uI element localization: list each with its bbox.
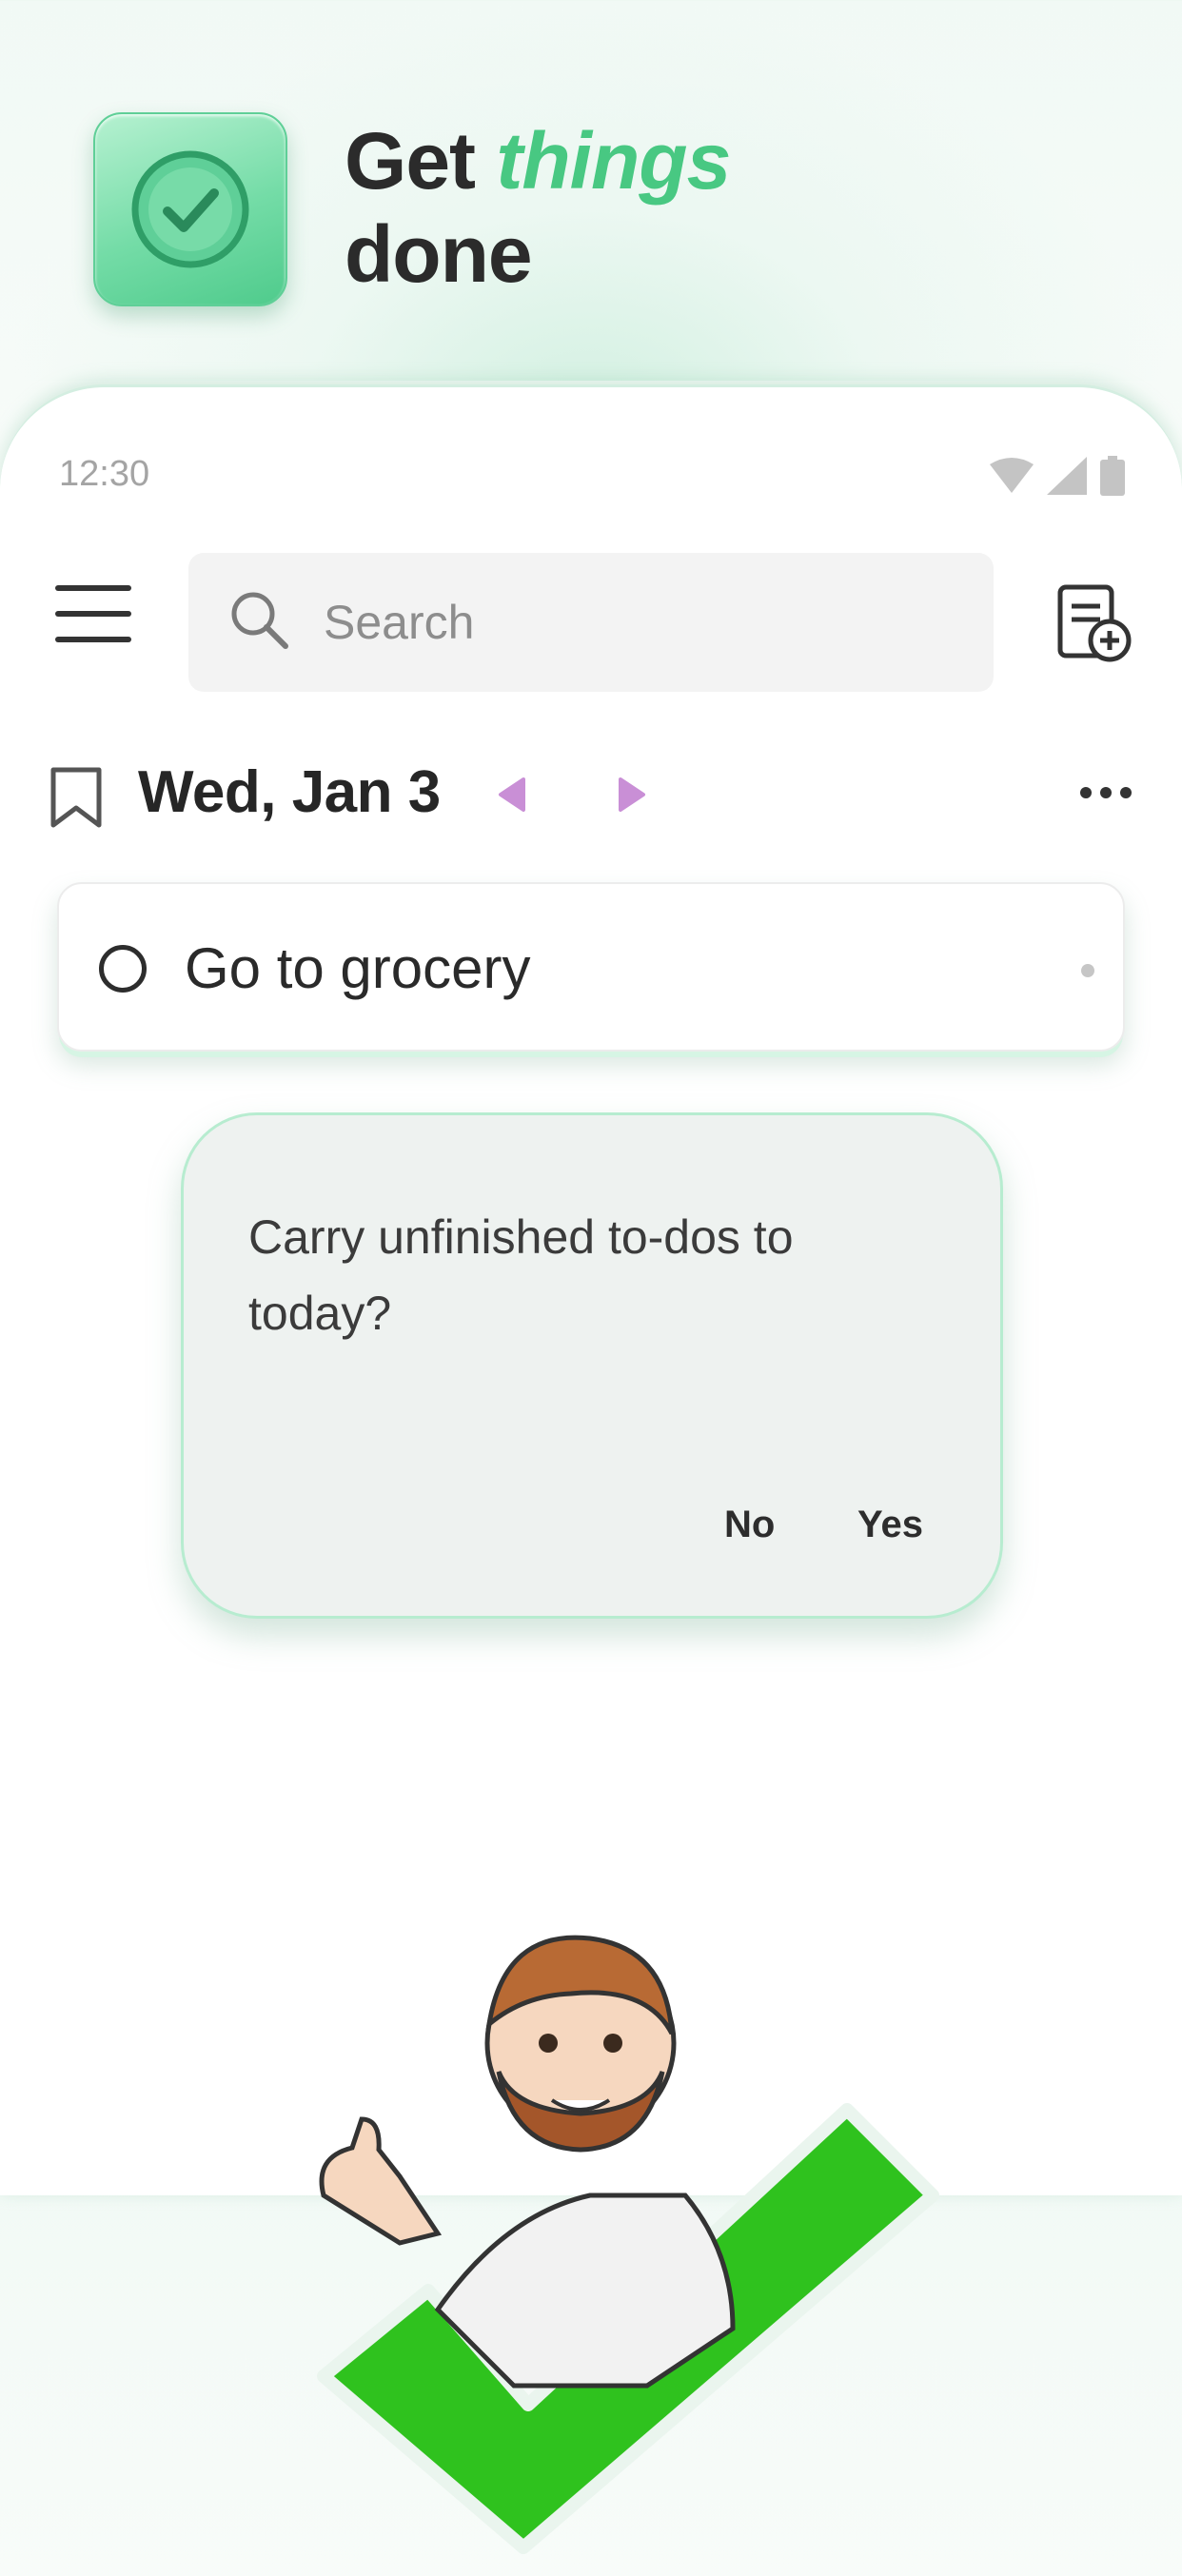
checkmark-illustration [317,1935,939,2554]
headline-suffix: done [345,209,533,299]
dialog-yes-button[interactable]: Yes [857,1504,923,1546]
menu-icon [55,585,131,591]
todo-checkbox[interactable] [99,945,147,993]
wifi-icon [990,458,1034,493]
search-input[interactable] [324,589,952,656]
status-icons [990,456,1125,496]
menu-button[interactable] [55,585,133,646]
carry-over-dialog: Carry unfinished to-dos to today? No Yes [181,1112,1003,1619]
date-title: Wed, Jan 3 [138,759,441,825]
new-note-button[interactable] [1056,583,1133,663]
note-add-icon [1057,584,1132,662]
signal-icon [1047,457,1087,495]
battery-icon [1100,456,1125,496]
todo-item[interactable]: Go to grocery [57,882,1125,1052]
app-logo [93,112,287,306]
status-time: 12:30 [59,454,150,494]
promo-headline: Get things done [345,114,731,301]
next-day-icon[interactable] [617,776,647,814]
phone-screen: 12:30 Wed, Jan 3 [0,384,1182,2554]
dialog-message: Carry unfinished to-dos to today? [248,1210,794,1340]
bookmark-icon[interactable] [49,766,103,829]
headline-prefix: Get [345,116,476,206]
prev-day-icon[interactable] [497,776,527,814]
search-bar[interactable] [188,553,994,692]
todo-text: Go to grocery [185,936,531,1000]
dialog-no-button[interactable]: No [724,1504,775,1546]
avatar-icon [319,1935,736,2389]
headline-accent: things [496,116,731,206]
search-icon [231,592,288,649]
check-circle-icon [131,150,249,268]
more-icon[interactable] [1079,785,1133,800]
todo-drag-handle[interactable] [1081,964,1094,977]
